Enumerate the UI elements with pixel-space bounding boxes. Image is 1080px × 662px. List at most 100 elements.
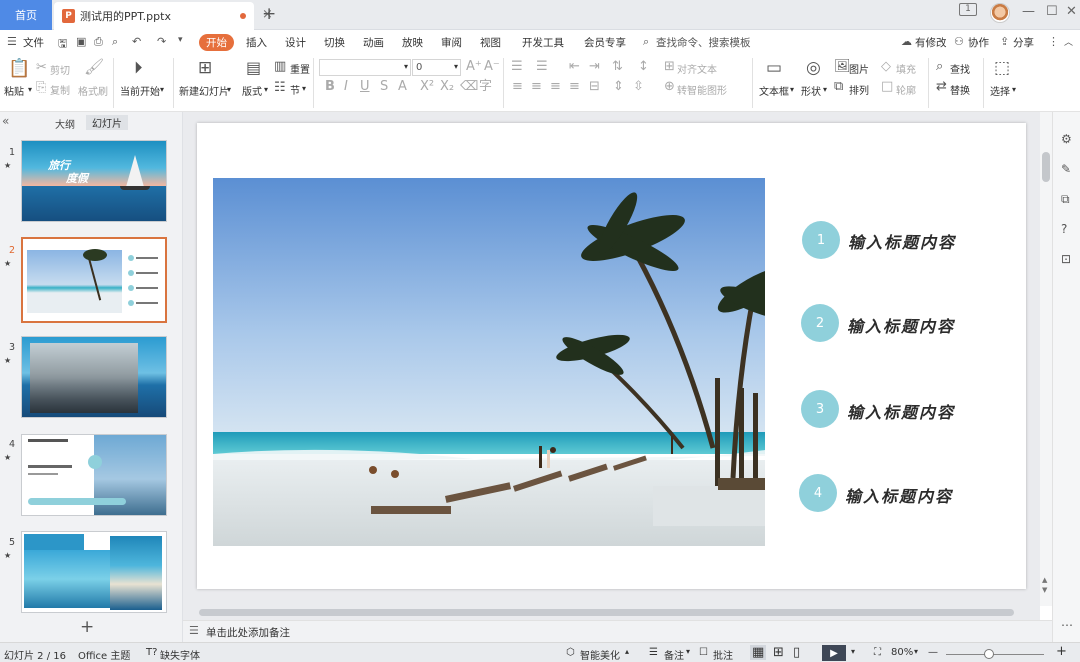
menu-transition[interactable]: 切换 <box>324 35 345 50</box>
print-preview-icon[interactable]: ⌕ <box>112 35 118 49</box>
align-text-icon[interactable]: ⊞ <box>664 60 675 73</box>
reading-view-icon[interactable]: ▯ <box>793 645 800 660</box>
subscript-icon[interactable]: X₂ <box>440 80 454 93</box>
quick-access-dropdown-icon[interactable]: ▾ <box>178 35 183 45</box>
item-number-circle[interactable]: 2 <box>801 304 839 342</box>
notes-placeholder[interactable]: 单击此处添加备注 <box>206 625 290 640</box>
collapse-panel-icon[interactable]: « <box>2 114 9 128</box>
slideshow-play-button[interactable]: ▶ <box>822 645 846 661</box>
fit-window-icon[interactable]: ⛶ <box>874 647 881 658</box>
command-search[interactable]: 查找命令、搜索模板 <box>656 35 751 50</box>
pin-icon[interactable]: ✎ <box>1061 162 1071 176</box>
find-button[interactable]: 查找 <box>950 61 970 76</box>
shape-icon[interactable]: ◎ <box>806 60 821 77</box>
slide-canvas[interactable]: 1 输入标题内容 2 输入标题内容 3 输入标题内容 4 输入标题内容 <box>197 123 1026 589</box>
zoom-in-icon[interactable]: + <box>1056 644 1067 659</box>
print-icon[interactable]: ⎙ <box>94 35 103 49</box>
new-slide-icon[interactable]: ⊞ <box>198 60 212 77</box>
arrange-icon[interactable]: ⧉ <box>834 80 843 93</box>
bullet-list-icon[interactable]: ☰ <box>511 60 523 73</box>
format-painter-icon[interactable]: 🖌 <box>84 59 104 75</box>
collaborate-button[interactable]: 协作 <box>968 35 989 50</box>
play-from-current-icon[interactable]: ⏵ <box>134 60 143 77</box>
has-changes-button[interactable]: 有修改 <box>915 35 947 50</box>
paste-dropdown-icon[interactable]: ▾ <box>28 85 32 94</box>
slide-thumbnail-1[interactable]: 旅行 度假 <box>21 140 167 222</box>
arrange-button[interactable]: 排列 <box>849 82 869 97</box>
decrease-indent-icon[interactable]: ⇤ <box>569 60 580 73</box>
layout-button[interactable]: 版式 <box>242 83 262 98</box>
select-dropdown-icon[interactable]: ▾ <box>1012 85 1016 94</box>
add-slide-button[interactable]: + <box>80 617 94 637</box>
menu-developer[interactable]: 开发工具 <box>522 35 564 50</box>
smart-shape-button[interactable]: 转智能图形 <box>677 82 727 97</box>
increase-font-icon[interactable]: A⁺ <box>466 60 482 73</box>
italic-icon[interactable]: I <box>344 80 348 93</box>
item-number-circle[interactable]: 3 <box>801 390 839 428</box>
menu-start[interactable]: 开始 <box>199 34 234 51</box>
section-icon[interactable]: ☷ <box>274 81 286 94</box>
smart-shape-icon[interactable]: ⊕ <box>664 80 675 93</box>
align-left-icon[interactable]: ≡ <box>512 80 523 93</box>
section-button[interactable]: 节 <box>290 82 300 97</box>
menu-insert[interactable]: 插入 <box>246 35 267 50</box>
item-number-circle[interactable]: 1 <box>802 221 840 259</box>
underline-icon[interactable]: U <box>360 80 370 93</box>
smart-beautify-button[interactable]: 智能美化 <box>580 647 620 662</box>
fill-icon[interactable]: ◇ <box>881 60 891 73</box>
columns-icon[interactable]: ⇳ <box>633 80 644 93</box>
paragraph-spacing-icon[interactable]: ⇕ <box>613 80 624 93</box>
from-current-button[interactable]: 当前开始 <box>120 83 160 98</box>
font-color-icon[interactable]: A <box>398 80 407 93</box>
layout-dropdown-icon[interactable]: ▾ <box>264 85 268 94</box>
item-title[interactable]: 输入标题内容 <box>847 399 955 423</box>
maximize-icon[interactable]: ☐ <box>1046 4 1058 19</box>
sorter-view-icon[interactable]: ⊞ <box>773 645 784 660</box>
menu-review[interactable]: 审阅 <box>441 35 462 50</box>
more-options-icon[interactable]: ⋮ <box>1048 35 1059 48</box>
notes-dropdown-icon[interactable]: ▾ <box>686 647 690 656</box>
font-name-dropdown-icon[interactable]: ▾ <box>404 62 408 71</box>
reset-button[interactable]: 重置 <box>290 61 310 76</box>
select-button[interactable]: 选择 <box>990 83 1010 98</box>
minimize-icon[interactable]: — <box>1022 4 1035 19</box>
theme-name[interactable]: Office 主题 <box>78 647 130 662</box>
new-slide-dropdown-icon[interactable]: ▾ <box>227 85 231 94</box>
properties-icon[interactable]: ⚙ <box>1061 132 1072 146</box>
text-direction-icon[interactable]: ⇅ <box>612 60 623 73</box>
text-shadow-icon[interactable]: S <box>380 80 388 93</box>
hamburger-menu-icon[interactable]: ☰ <box>7 35 17 48</box>
slide-thumbnail-2[interactable] <box>21 237 167 323</box>
shape-dropdown-icon[interactable]: ▾ <box>823 85 827 94</box>
line-spacing-icon[interactable]: ↕ <box>638 60 649 73</box>
close-window-icon[interactable]: ✕ <box>1066 4 1077 19</box>
distribute-icon[interactable]: ⊟ <box>589 80 600 93</box>
find-icon[interactable]: ⌕ <box>936 60 943 73</box>
menu-slideshow[interactable]: 放映 <box>402 35 423 50</box>
help-icon[interactable]: ? <box>1061 222 1067 236</box>
comments-button[interactable]: 批注 <box>713 647 733 662</box>
clear-format-icon[interactable]: ⌫ <box>460 80 478 93</box>
share-button[interactable]: 分享 <box>1013 35 1034 50</box>
menu-design[interactable]: 设计 <box>285 35 306 50</box>
export-pdf-icon[interactable]: ▣ <box>76 35 86 48</box>
item-title[interactable]: 输入标题内容 <box>848 229 956 253</box>
zoom-level[interactable]: 80% <box>891 647 913 658</box>
new-slide-button[interactable]: 新建幻灯片 <box>179 83 229 98</box>
item-title[interactable]: 输入标题内容 <box>847 313 955 337</box>
reset-icon[interactable]: ▥ <box>274 60 286 73</box>
slideshow-dropdown-icon[interactable]: ▾ <box>851 647 855 656</box>
normal-view-icon[interactable]: ▦ <box>750 645 767 660</box>
zoom-dropdown-icon[interactable]: ▾ <box>914 647 918 656</box>
redo-icon[interactable]: ↷ <box>157 35 166 48</box>
cut-icon[interactable]: ✂ <box>36 61 47 74</box>
window-count-badge[interactable]: 1 <box>959 3 977 16</box>
textbox-icon[interactable]: ▭ <box>766 60 782 77</box>
font-size-dropdown-icon[interactable]: ▾ <box>454 62 458 71</box>
align-text-button[interactable]: 对齐文本 <box>677 61 717 76</box>
save-icon[interactable]: 🖫 <box>58 35 67 54</box>
item-number-circle[interactable]: 4 <box>799 474 837 512</box>
fill-button[interactable]: 填充 <box>896 61 916 76</box>
outline-icon[interactable]: □ <box>881 80 893 93</box>
select-icon[interactable]: ⬚ <box>994 60 1010 77</box>
